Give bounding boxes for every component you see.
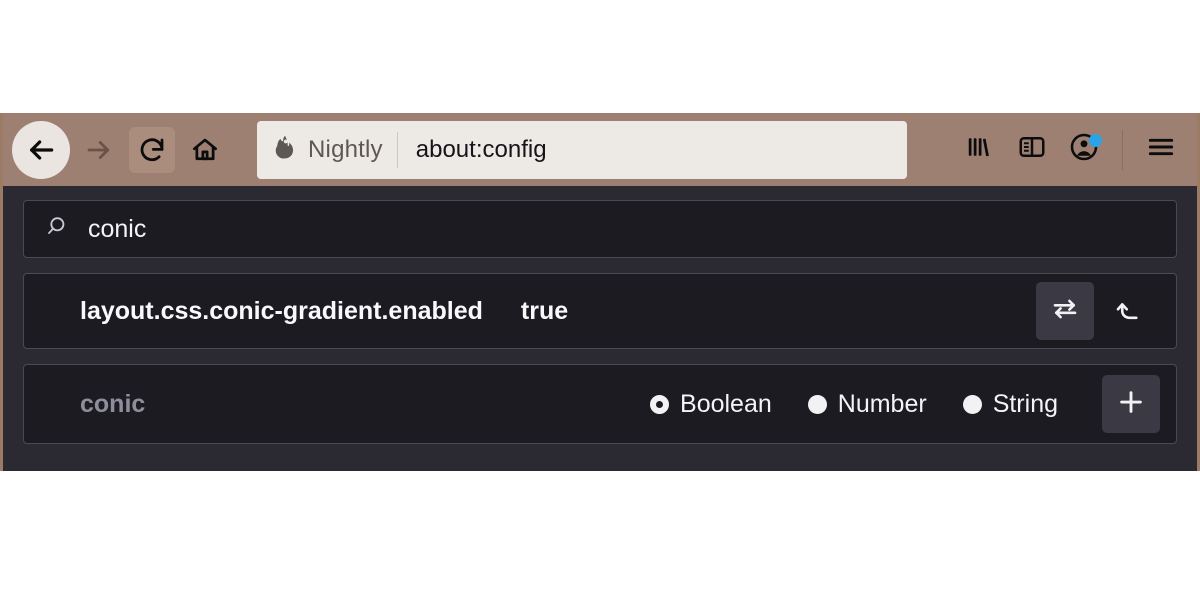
- forward-arrow-icon: [84, 135, 114, 165]
- firefox-nightly-logo-icon: [271, 133, 299, 166]
- url-text[interactable]: about:config: [398, 136, 547, 164]
- forward-button[interactable]: [76, 127, 122, 173]
- brand-chip: Nightly: [271, 131, 398, 168]
- toolbar-right-group: [956, 126, 1185, 174]
- home-button[interactable]: [182, 127, 228, 173]
- account-button[interactable]: [1060, 126, 1108, 174]
- hamburger-menu-icon: [1145, 131, 1177, 168]
- radio-label-boolean: Boolean: [680, 389, 772, 418]
- radio-indicator-string[interactable]: [962, 394, 982, 414]
- browser-window: Nightly about:config conic layout.css.co…: [0, 113, 1200, 471]
- back-button[interactable]: [12, 120, 70, 179]
- new-preference-name: conic: [80, 389, 146, 418]
- sidebar-button[interactable]: [1008, 126, 1056, 174]
- preference-actions: [1036, 282, 1160, 340]
- address-bar[interactable]: Nightly about:config: [257, 120, 907, 179]
- library-icon: [965, 132, 995, 167]
- radio-option-boolean[interactable]: Boolean: [650, 390, 772, 419]
- toggle-preference-button[interactable]: [1036, 282, 1094, 340]
- undo-arrow-icon: [1116, 294, 1146, 329]
- library-button[interactable]: [956, 126, 1004, 174]
- radio-label-string: String: [992, 389, 1058, 418]
- radio-indicator-boolean[interactable]: [650, 394, 670, 414]
- search-icon: [46, 214, 72, 245]
- about-config-page: conic layout.css.conic-gradient.enabled …: [3, 186, 1197, 444]
- radio-option-string[interactable]: String: [962, 389, 1058, 419]
- preference-value: true: [520, 296, 569, 325]
- app-menu-button[interactable]: [1137, 126, 1185, 174]
- toggle-arrows-icon: [1050, 294, 1080, 329]
- radio-option-number[interactable]: Number: [807, 389, 927, 419]
- toolbar-divider: [1122, 129, 1123, 170]
- add-preference-row[interactable]: conic Boolean Number String: [23, 364, 1177, 444]
- plus-icon: [1116, 387, 1146, 422]
- search-input[interactable]: conic: [88, 215, 146, 244]
- back-arrow-icon: [25, 134, 57, 166]
- table-row[interactable]: layout.css.conic-gradient.enabled true: [23, 273, 1177, 349]
- home-icon: [190, 135, 220, 165]
- brand-label: Nightly: [308, 135, 383, 163]
- reload-icon: [137, 135, 167, 165]
- navigation-toolbar: Nightly about:config: [3, 113, 1197, 186]
- radio-label-number: Number: [837, 389, 927, 418]
- radio-indicator-number[interactable]: [807, 394, 827, 414]
- preference-name: layout.css.conic-gradient.enabled: [80, 296, 483, 325]
- preference-search-row[interactable]: conic: [23, 200, 1177, 258]
- preference-type-radio-group: Boolean Number String: [650, 390, 1058, 419]
- account-notification-badge: [1089, 133, 1102, 147]
- sidebar-icon: [1017, 132, 1047, 167]
- reset-preference-button[interactable]: [1102, 282, 1160, 340]
- reload-button[interactable]: [129, 126, 175, 173]
- add-preference-button[interactable]: [1102, 375, 1160, 433]
